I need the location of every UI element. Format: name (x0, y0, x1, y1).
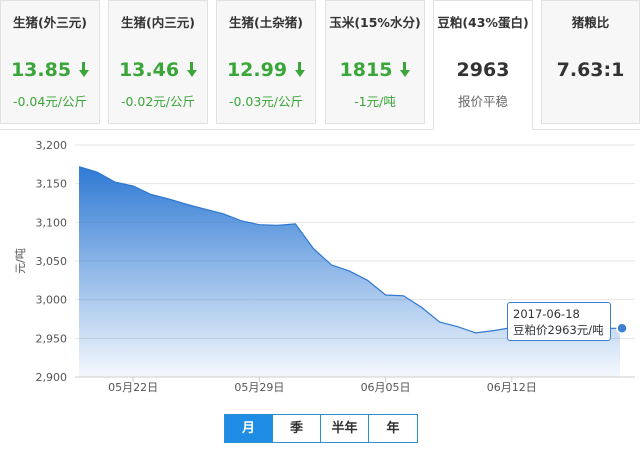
tab-month[interactable]: 月 (225, 415, 273, 442)
card-title: 生猪(内三元) (121, 15, 195, 30)
card-change: -0.03元/公斤 (228, 94, 304, 109)
highlight-marker (616, 322, 628, 335)
chart-tooltip: 2017-06-18 豆粕价2963元/吨 (507, 302, 611, 341)
card-title: 猪粮比 (571, 15, 610, 30)
x-tick-label: 06月12日 (487, 381, 537, 394)
price-card-corn[interactable]: 玉米(15%水分) 1815 -1元/吨 (325, 0, 425, 124)
tab-quarter[interactable]: 季 (273, 415, 321, 442)
price-card-pig-local[interactable]: 生猪(土杂猪) 12.99 -0.03元/公斤 (216, 0, 316, 124)
card-title: 生猪(土杂猪) (229, 15, 303, 30)
series-area-fill (79, 166, 620, 377)
card-change: 报价平稳 (457, 94, 508, 109)
card-value: 1815 (326, 59, 424, 81)
arrow-down-icon (399, 62, 410, 77)
card-value: 13.85 (1, 59, 99, 81)
card-value: 12.99 (217, 59, 315, 81)
price-card-pig-outer[interactable]: 生猪(外三元) 13.85 -0.04元/公斤 (0, 0, 100, 124)
tooltip-date: 2017-06-18 (513, 307, 580, 321)
y-tick-label: 3,200 (36, 139, 68, 152)
price-card-soymeal[interactable]: 豆粕(43%蛋白) 2963 报价平稳 (433, 0, 533, 130)
card-value: 2963 (456, 59, 510, 81)
x-tick-label: 05月29日 (234, 381, 284, 394)
y-tick-label: 3,050 (36, 255, 68, 268)
arrow-down-icon (78, 62, 89, 77)
card-title: 玉米(15%水分) (329, 15, 421, 30)
card-value: 7.63:1 (556, 59, 625, 81)
tab-year[interactable]: 年 (369, 415, 417, 442)
y-tick-label: 2,900 (36, 371, 68, 384)
price-card-pig-grain-ratio[interactable]: 猪粮比 7.63:1 (541, 0, 640, 124)
y-tick-label: 2,950 (36, 332, 68, 345)
card-title: 生猪(外三元) (13, 15, 87, 30)
x-tick-label: 06月05日 (361, 381, 411, 394)
arrow-down-icon (294, 62, 305, 77)
card-value: 13.46 (109, 59, 207, 81)
y-tick-label: 3,000 (36, 294, 68, 307)
y-tick-label: 3,150 (36, 178, 68, 191)
page-root: 生猪(外三元) 13.85 -0.04元/公斤 生猪(内三元) 13.46 -0… (0, 0, 640, 456)
card-title: 豆粕(43%蛋白) (437, 15, 529, 30)
highlight-point (616, 322, 628, 335)
card-change: -1元/吨 (354, 94, 396, 109)
x-axis: 05月22日 05月29日 06月05日 06月12日 (75, 376, 635, 394)
tooltip-text: 豆粕价2963元/吨 (513, 323, 604, 337)
arrow-down-icon (186, 62, 197, 77)
price-area-chart: 2,900 2,950 3,000 3,050 3,100 3,150 3,200 05月2… (14, 139, 635, 394)
price-card-pig-inner[interactable]: 生猪(内三元) 13.46 -0.02元/公斤 (108, 0, 208, 124)
tab-half-year[interactable]: 半年 (321, 415, 369, 442)
series-area (78, 166, 620, 377)
y-tick-label: 3,100 (36, 216, 68, 229)
card-change: -0.02元/公斤 (120, 94, 196, 109)
y-axis-title: 元/吨 (14, 248, 27, 274)
x-tick-label: 05月22日 (108, 381, 158, 394)
range-tabs: 月 季 半年 年 (224, 414, 418, 443)
y-axis: 2,900 2,950 3,000 3,050 3,100 3,150 3,200 (36, 139, 68, 384)
card-change: -0.04元/公斤 (12, 94, 88, 109)
